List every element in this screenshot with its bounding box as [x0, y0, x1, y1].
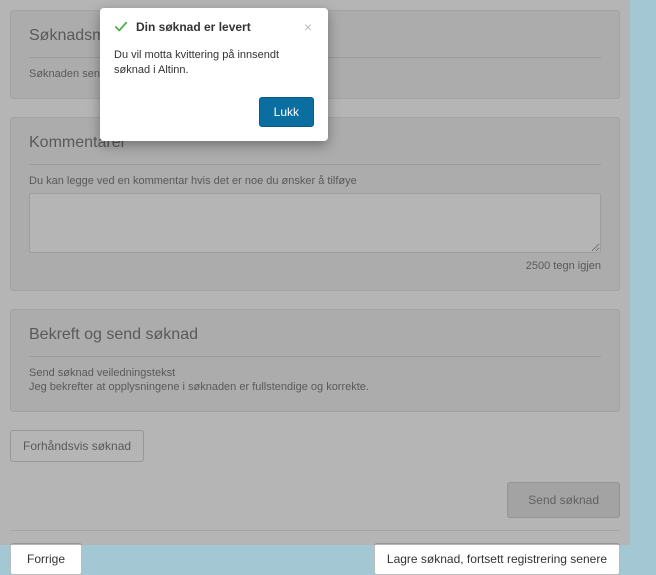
close-button[interactable]: Lukk [259, 97, 314, 127]
modal-title: Din søknad er levert [136, 20, 294, 34]
confirmation-modal: Din søknad er levert × Du vil motta kvit… [100, 8, 328, 141]
close-icon[interactable]: × [302, 20, 314, 34]
modal-header: Din søknad er levert × [114, 20, 314, 34]
modal-body: Du vil motta kvittering på innsendt søkn… [114, 48, 314, 79]
footer-row: Forrige Lagre søknad, fortsett registrer… [10, 543, 620, 575]
modal-footer: Lukk [114, 97, 314, 127]
previous-button[interactable]: Forrige [10, 543, 82, 575]
save-button[interactable]: Lagre søknad, fortsett registrering sene… [374, 543, 620, 575]
check-icon [114, 20, 128, 34]
